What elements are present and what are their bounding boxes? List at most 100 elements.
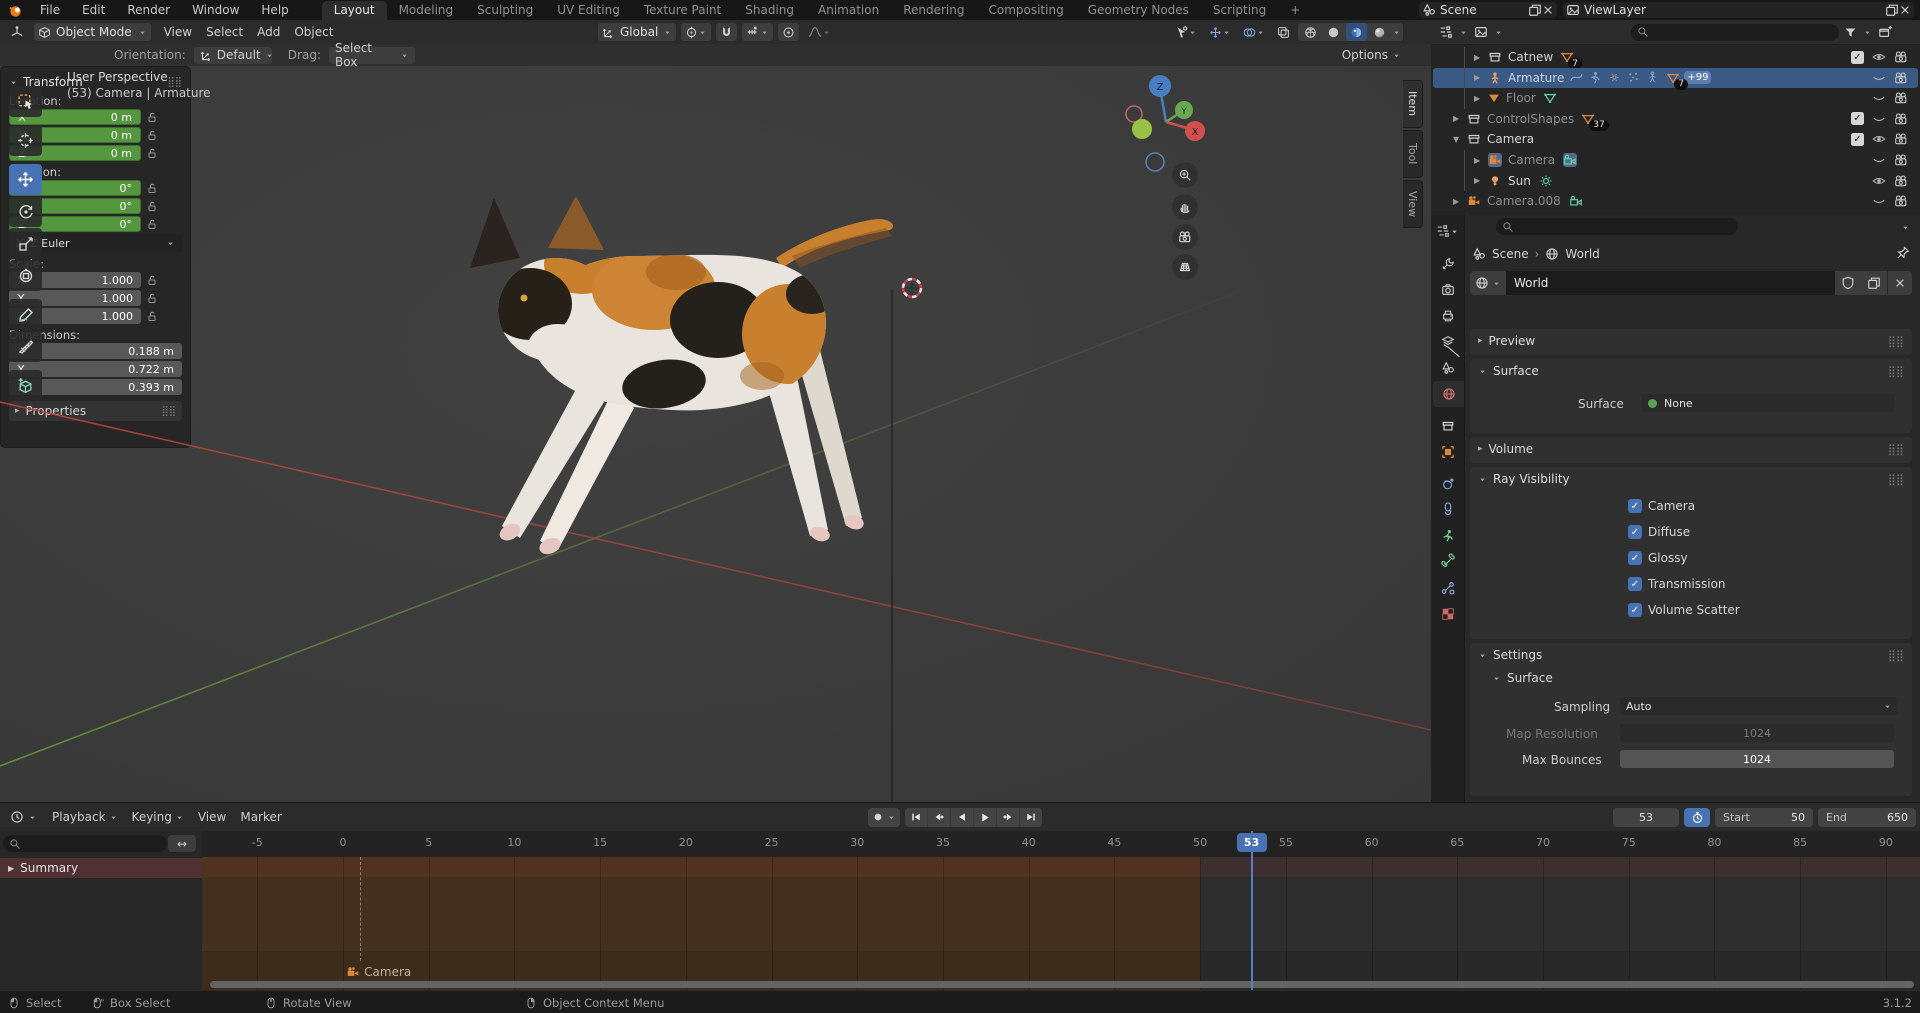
outliner-item-name[interactable]: ControlShapes [1487, 112, 1574, 126]
properties-tab-scene[interactable] [1431, 355, 1464, 381]
timeline-scrollbar[interactable] [210, 981, 1914, 988]
eye-closed-icon[interactable] [1872, 153, 1886, 167]
expand-arrow[interactable]: ▶ [1474, 156, 1486, 165]
scene-selector[interactable]: Scene [1419, 2, 1557, 18]
transform-orientation-dropdown[interactable]: Global [598, 23, 677, 41]
workspace-tab-compositing[interactable]: Compositing [976, 1, 1075, 20]
outliner-item-name[interactable]: Camera [1508, 153, 1555, 167]
breadcrumb-world[interactable]: World [1565, 247, 1599, 261]
checkbox-icon[interactable]: ✓ [1628, 525, 1642, 539]
frame-start-field[interactable]: Start 50 [1715, 807, 1813, 827]
outliner-search-input[interactable] [1631, 23, 1839, 41]
viewport-menu-add[interactable]: Add [250, 25, 287, 39]
outliner-item-name[interactable]: Sun [1508, 174, 1531, 188]
viewport-menu-select[interactable]: Select [199, 25, 250, 39]
workspace-tab-animation[interactable]: Animation [806, 1, 891, 20]
properties-tab-tool[interactable] [1431, 251, 1464, 277]
checkbox-icon[interactable]: ✓ [1628, 577, 1642, 591]
settings-panel[interactable]: Settings ⣿⣿ Surface Sampling Auto Map Res… [1470, 643, 1912, 796]
editor-type-properties-dropdown[interactable] [1431, 218, 1464, 244]
surface-panel[interactable]: Surface ⣿⣿ Surface None [1470, 359, 1912, 433]
expand-channels-button[interactable]: ↔ [168, 835, 196, 852]
sidebar-tab-tool[interactable]: Tool [1403, 130, 1423, 178]
tool-measure-button[interactable] [9, 331, 42, 362]
breadcrumb-scene[interactable]: Scene [1492, 247, 1529, 261]
viewlayer-selector[interactable]: ViewLayer [1563, 2, 1914, 18]
outliner-row-camera[interactable]: ▶ Camera [1431, 150, 1920, 170]
editor-type-3d-icon[interactable] [6, 23, 28, 41]
tool-add-cube-button[interactable] [9, 370, 42, 401]
outliner-filter-icon[interactable] [1840, 23, 1861, 41]
ray-visibility-glossy[interactable]: ✓ Glossy [1628, 551, 1688, 565]
tool-rotate-button[interactable] [9, 196, 42, 227]
snap-target-dropdown[interactable] [742, 23, 774, 41]
eye-open-icon[interactable] [1872, 174, 1886, 188]
properties-tab-constraints[interactable] [1431, 497, 1464, 523]
disable-in-renders-icon[interactable] [1894, 91, 1908, 105]
playhead-frame-badge[interactable]: 53 [1236, 833, 1267, 852]
settings-surface-subpanel[interactable]: Surface [1470, 667, 1912, 689]
ray-visibility-transmission[interactable]: ✓ Transmission [1628, 577, 1726, 591]
ray-visibility-diffuse[interactable]: ✓ Diffuse [1628, 525, 1690, 539]
pivot-point-dropdown[interactable] [681, 23, 712, 41]
cat-model[interactable] [462, 196, 912, 571]
properties-filter-dropdown[interactable] [1897, 218, 1914, 236]
disable-in-renders-icon[interactable] [1894, 153, 1908, 167]
timeline-menu-marker[interactable]: Marker [233, 810, 288, 824]
tool-select-box-button[interactable] [9, 86, 42, 117]
proportional-falloff-dropdown[interactable] [804, 23, 835, 41]
workspace-tab-layout[interactable]: Layout [321, 1, 387, 20]
menu-window[interactable]: Window [181, 3, 250, 17]
properties-tab-view-layer[interactable] [1431, 329, 1464, 358]
eye-closed-icon[interactable] [1872, 112, 1886, 126]
outliner-item-name[interactable]: Floor [1506, 91, 1536, 105]
world-browse-dropdown[interactable] [1470, 271, 1506, 295]
summary-channel[interactable]: ▶ Summary [0, 858, 202, 878]
properties-search-input[interactable] [1496, 218, 1738, 235]
collection-checkbox[interactable]: ✓ [1851, 132, 1864, 146]
properties-tab-world[interactable] [1433, 381, 1464, 407]
disable-in-renders-icon[interactable] [1894, 71, 1908, 85]
expand-arrow[interactable]: ▶ [1453, 197, 1465, 206]
overlays-toggle[interactable] [1239, 23, 1269, 41]
workspace-tab-rendering[interactable]: Rendering [891, 1, 976, 20]
workspace-tab-shading[interactable]: Shading [733, 1, 806, 20]
proportional-edit-toggle[interactable] [778, 23, 800, 41]
properties-tab-bone[interactable] [1431, 549, 1464, 575]
outliner-item-name[interactable]: Armature [1508, 71, 1564, 85]
pin-icon[interactable] [1896, 245, 1910, 259]
next-keyframe-button[interactable] [997, 807, 1019, 827]
outliner-row-sun[interactable]: ▶ Sun [1431, 171, 1920, 191]
expand-arrow[interactable]: ▶ [1474, 176, 1486, 185]
expand-arrow[interactable]: ▶ [1474, 73, 1486, 82]
tool-cursor-button[interactable] [9, 125, 42, 156]
workspace-tab-modeling[interactable]: Modeling [387, 1, 466, 20]
mode-dropdown[interactable]: Object Mode [34, 23, 151, 41]
tool-move-button[interactable] [9, 164, 42, 195]
previous-keyframe-button[interactable] [928, 807, 950, 827]
outliner-row-camera-008[interactable]: ▶ Camera.008 [1431, 191, 1920, 211]
workspace-tab-scripting[interactable]: Scripting [1201, 1, 1278, 20]
world-name-field[interactable]: World [1506, 271, 1835, 295]
workspace-tab-texture-paint[interactable]: Texture Paint [632, 1, 733, 20]
max-bounces-field[interactable]: 1024 [1620, 750, 1894, 768]
tool-annotate-button[interactable] [9, 299, 42, 330]
menu-render[interactable]: Render [116, 3, 181, 17]
outliner-row-armature[interactable]: ▶ Armature 7 +99 [1431, 67, 1920, 90]
outliner-row-catnew[interactable]: ▶ Catnew 7 ✓ [1431, 47, 1920, 69]
properties-tab-collection[interactable] [1431, 413, 1464, 439]
gizmos-toggle[interactable] [1205, 23, 1235, 41]
checkbox-icon[interactable]: ✓ [1628, 551, 1642, 565]
outliner-row-floor[interactable]: ▶ Floor [1431, 88, 1920, 108]
ray-visibility-panel[interactable]: Ray Visibility ⣿⣿ ✓ Camera ✓ Diffuse ✓ Glossy ✓… [1470, 467, 1912, 639]
unlink-datablock-icon[interactable] [1888, 271, 1912, 295]
eye-closed-icon[interactable] [1872, 194, 1886, 208]
workspace-tab-uv-editing[interactable]: UV Editing [545, 1, 632, 20]
properties-tab-object[interactable] [1431, 439, 1464, 465]
current-frame-field[interactable]: 53 [1613, 807, 1679, 827]
properties-tab-render[interactable] [1431, 277, 1464, 303]
snap-toggle[interactable] [716, 23, 738, 41]
sidebar-tab-item[interactable]: Item [1403, 80, 1423, 128]
timeline-search-input[interactable] [3, 835, 167, 852]
properties-tab-output[interactable] [1431, 303, 1464, 329]
